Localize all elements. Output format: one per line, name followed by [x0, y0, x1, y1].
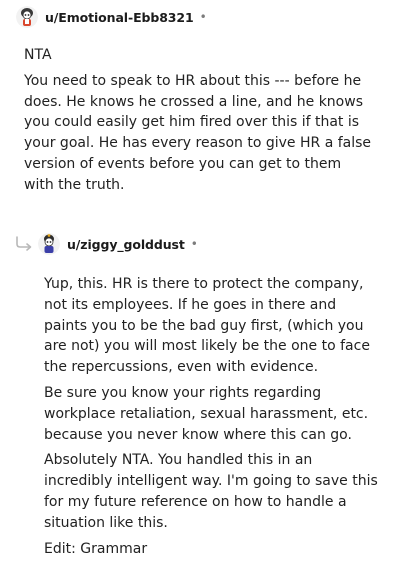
reply-arrow-icon [14, 236, 34, 252]
comment-paragraph: Edit: Grammar [44, 540, 148, 557]
comment-paragraph: Absolutely NTA. You handled this in an i… [44, 452, 378, 531]
comment-paragraph: You need to speak to HR about this --- b… [24, 72, 372, 193]
comment-header: u/ziggy_golddust • [38, 232, 198, 256]
avatar[interactable] [38, 233, 60, 255]
comment-body: Yup, this. HR is there to protect the co… [44, 274, 380, 564]
comment-paragraph: Yup, this. HR is there to protect the co… [44, 276, 370, 376]
username[interactable]: u/Emotional-Ebb8321 [45, 10, 194, 25]
comment-paragraph: Be sure you know your rights regarding w… [44, 384, 369, 443]
avatar[interactable] [16, 6, 38, 28]
comment-header: u/Emotional-Ebb8321 • [16, 5, 207, 29]
comment-body: NTA You need to speak to HR about this -… [24, 45, 374, 201]
username[interactable]: u/ziggy_golddust [67, 237, 185, 252]
comment-paragraph: NTA [24, 47, 52, 63]
separator-dot: • [190, 237, 198, 251]
separator-dot: • [199, 10, 207, 24]
